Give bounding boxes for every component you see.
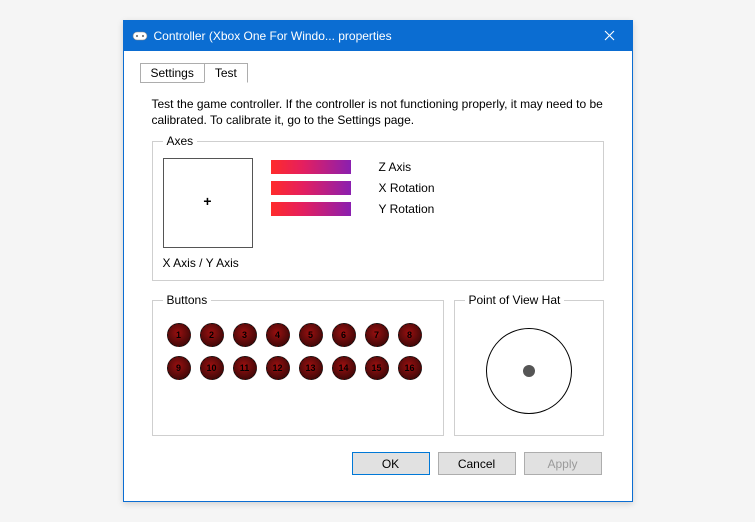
controller-button-9: 9: [167, 356, 191, 380]
buttons-group: Buttons 12345678910111213141516: [152, 293, 444, 436]
controller-button-11: 11: [233, 356, 257, 380]
cancel-button[interactable]: Cancel: [438, 452, 516, 475]
pov-legend: Point of View Hat: [465, 293, 565, 307]
controller-button-1: 1: [167, 323, 191, 347]
xy-axis-label: X Axis / Y Axis: [163, 256, 239, 270]
y-rotation-bar: [271, 202, 351, 216]
controller-button-15: 15: [365, 356, 389, 380]
intro-text: Test the game controller. If the control…: [152, 96, 604, 128]
x-rotation-bar: [271, 181, 351, 195]
controller-button-16: 16: [398, 356, 422, 380]
controller-button-12: 12: [266, 356, 290, 380]
pov-hat-indicator: [486, 328, 572, 414]
controller-button-7: 7: [365, 323, 389, 347]
tab-bar: Settings Test: [140, 63, 616, 83]
buttons-legend: Buttons: [163, 293, 212, 307]
properties-dialog: Controller (Xbox One For Windo... proper…: [123, 20, 633, 502]
z-axis-bar: [271, 160, 351, 174]
apply-button: Apply: [524, 452, 602, 475]
window-title: Controller (Xbox One For Windo... proper…: [154, 29, 588, 43]
x-rotation-label: X Rotation: [379, 181, 435, 195]
tab-panel-test: Test the game controller. If the control…: [140, 82, 616, 489]
close-icon: [604, 28, 615, 44]
dialog-footer: OK Cancel Apply: [152, 448, 604, 477]
controller-button-2: 2: [200, 323, 224, 347]
controller-button-6: 6: [332, 323, 356, 347]
titlebar[interactable]: Controller (Xbox One For Windo... proper…: [124, 21, 632, 51]
tab-test[interactable]: Test: [204, 63, 248, 83]
close-button[interactable]: [588, 21, 632, 51]
controller-button-3: 3: [233, 323, 257, 347]
pov-dot-icon: [523, 365, 535, 377]
xy-crosshair-icon: +: [203, 195, 211, 211]
xy-axis-box: +: [163, 158, 253, 248]
axes-legend: Axes: [163, 134, 198, 148]
controller-button-4: 4: [266, 323, 290, 347]
z-axis-label: Z Axis: [379, 160, 412, 174]
tab-settings[interactable]: Settings: [140, 63, 205, 83]
controller-button-5: 5: [299, 323, 323, 347]
axes-group: Axes + X Axis / Y Axis Z Axis: [152, 134, 604, 281]
y-rotation-label: Y Rotation: [379, 202, 435, 216]
ok-button[interactable]: OK: [352, 452, 430, 475]
pov-group: Point of View Hat: [454, 293, 604, 436]
controller-button-10: 10: [200, 356, 224, 380]
controller-button-14: 14: [332, 356, 356, 380]
controller-button-13: 13: [299, 356, 323, 380]
client-area: Settings Test Test the game controller. …: [124, 51, 632, 501]
controller-icon: [132, 28, 148, 44]
controller-button-8: 8: [398, 323, 422, 347]
